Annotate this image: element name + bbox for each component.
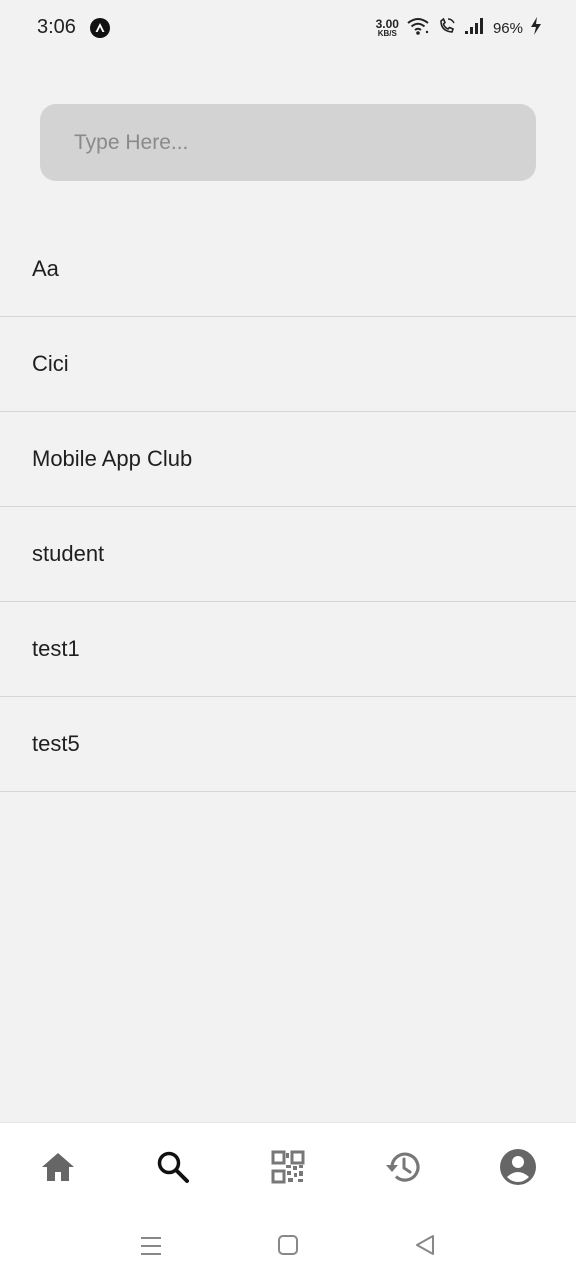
nav-account[interactable] bbox=[478, 1140, 558, 1200]
list-item[interactable]: Mobile App Club bbox=[0, 412, 576, 507]
charging-icon bbox=[530, 16, 542, 41]
bottom-navigation bbox=[0, 1122, 576, 1216]
search-input[interactable] bbox=[72, 129, 536, 156]
list-item[interactable]: test5 bbox=[0, 697, 576, 792]
search-icon bbox=[156, 1150, 190, 1189]
qr-code-icon bbox=[271, 1150, 305, 1189]
wifi-call-icon bbox=[437, 16, 457, 41]
nav-qr-scan[interactable] bbox=[248, 1140, 328, 1200]
list-item[interactable]: test1 bbox=[0, 602, 576, 697]
results-list: Aa Cici Mobile App Club student test1 te… bbox=[0, 222, 576, 792]
app-notification-icon bbox=[90, 18, 110, 38]
list-item[interactable]: Cici bbox=[0, 317, 576, 412]
list-item[interactable]: Aa bbox=[0, 222, 576, 317]
back-icon[interactable] bbox=[414, 1234, 436, 1261]
network-speed: 3.00 KB/S bbox=[376, 18, 399, 38]
status-time: 3:06 bbox=[37, 16, 76, 38]
signal-strength-icon bbox=[464, 17, 486, 40]
recent-apps-icon[interactable] bbox=[140, 1234, 162, 1263]
list-item[interactable]: student bbox=[0, 507, 576, 602]
account-icon bbox=[499, 1148, 537, 1191]
nav-home[interactable] bbox=[18, 1140, 98, 1200]
status-indicators: 3.00 KB/S 96% bbox=[376, 14, 542, 42]
battery-percent: 96% bbox=[492, 19, 523, 37]
system-navigation-bar bbox=[0, 1216, 576, 1280]
history-icon bbox=[384, 1149, 422, 1190]
home-icon bbox=[40, 1150, 76, 1189]
nav-history[interactable] bbox=[363, 1140, 443, 1200]
network-speed-unit: KB/S bbox=[377, 29, 397, 38]
wifi-icon bbox=[406, 16, 430, 41]
search-box[interactable] bbox=[40, 104, 536, 181]
status-bar: 3:06 3.00 KB/S 96% bbox=[0, 0, 576, 56]
home-button-icon[interactable] bbox=[277, 1234, 299, 1261]
nav-search[interactable] bbox=[133, 1140, 213, 1200]
